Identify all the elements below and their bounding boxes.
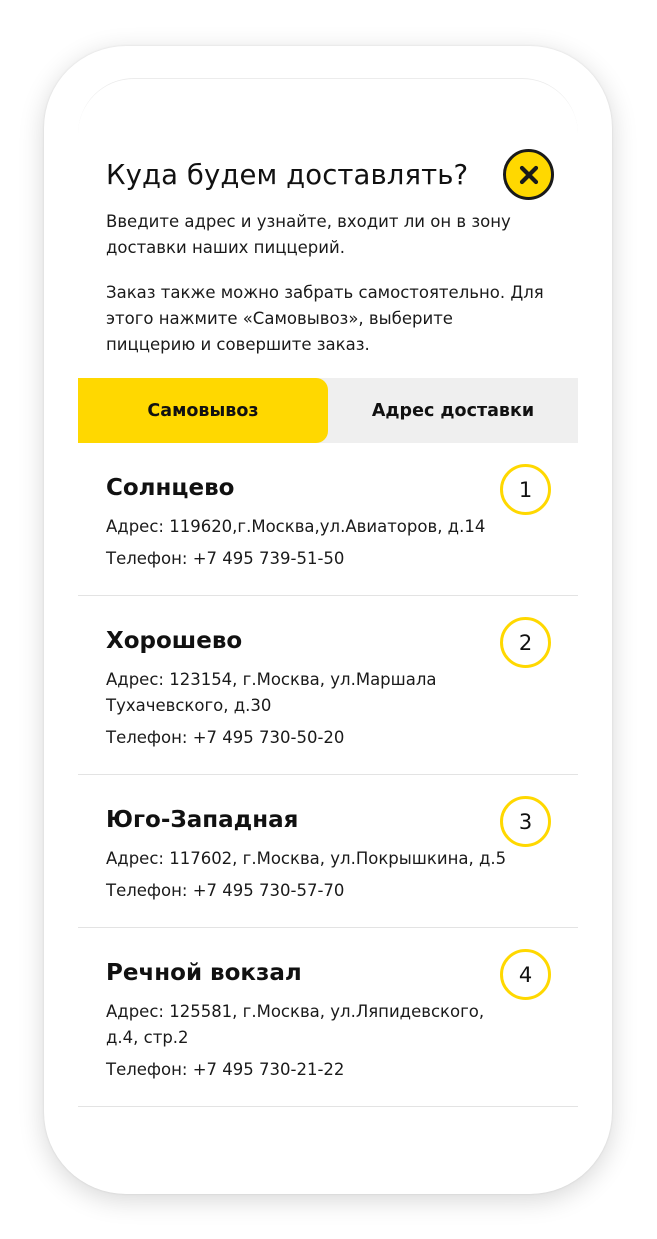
- modal-header: Куда будем доставлять?: [106, 149, 554, 200]
- pizzeria-name: Солнцево: [106, 475, 235, 501]
- pizzeria-phone: Телефон: +7 495 730-57-70: [106, 881, 345, 900]
- pizzeria-item[interactable]: Хорошево Адрес: 123154, г.Москва, ул.Мар…: [78, 596, 578, 775]
- pizzeria-item[interactable]: Солнцево Адрес: 119620,г.Москва,ул.Авиат…: [78, 443, 578, 596]
- pizzeria-name: Хорошево: [106, 628, 243, 654]
- tab-delivery-address[interactable]: Адрес доставки: [328, 378, 578, 443]
- pizzeria-phone: Телефон: +7 495 730-50-20: [106, 728, 345, 747]
- delivery-modal: Куда будем доставлять? Введите адрес и у…: [78, 78, 578, 1161]
- pizzeria-address: Адрес: 123154, г.Москва, ул.Маршала Туха…: [106, 670, 437, 715]
- pizzeria-number-badge: 2: [500, 617, 551, 668]
- pizzeria-item[interactable]: Речной вокзал Адрес: 125581, г.Москва, у…: [78, 928, 578, 1107]
- pizzeria-name: Речной вокзал: [106, 960, 302, 986]
- tab-pickup[interactable]: Самовывоз: [78, 378, 328, 443]
- intro-text: Введите адрес и узнайте, входит ли он в …: [106, 209, 546, 377]
- intro-paragraph-address: Введите адрес и узнайте, входит ли он в …: [106, 212, 511, 257]
- close-button[interactable]: [503, 149, 554, 200]
- pizzeria-phone: Телефон: +7 495 730-21-22: [106, 1060, 345, 1079]
- pizzeria-address: Адрес: 119620,г.Москва,ул.Авиаторов, д.1…: [106, 517, 486, 536]
- pizzeria-number-badge: 1: [500, 464, 551, 515]
- delivery-mode-tabs: Самовывоз Адрес доставки: [78, 378, 578, 443]
- pizzeria-address: Адрес: 125581, г.Москва, ул.Ляпидевского…: [106, 1002, 485, 1047]
- pizzeria-list: Солнцево Адрес: 119620,г.Москва,ул.Авиат…: [78, 443, 578, 1107]
- pizzeria-number-badge: 3: [500, 796, 551, 847]
- pizzeria-phone: Телефон: +7 495 739-51-50: [106, 549, 345, 568]
- pizzeria-address: Адрес: 117602, г.Москва, ул.Покрышкина, …: [106, 849, 507, 868]
- close-icon: [519, 165, 538, 184]
- pizzeria-item[interactable]: Юго-Западная Адрес: 117602, г.Москва, ул…: [78, 775, 578, 928]
- pizzeria-name: Юго-Западная: [106, 807, 299, 833]
- pizzeria-number-badge: 4: [500, 949, 551, 1000]
- intro-paragraph-pickup: Заказ также можно забрать самостоятельно…: [106, 283, 544, 354]
- modal-title: Куда будем доставлять?: [106, 158, 469, 191]
